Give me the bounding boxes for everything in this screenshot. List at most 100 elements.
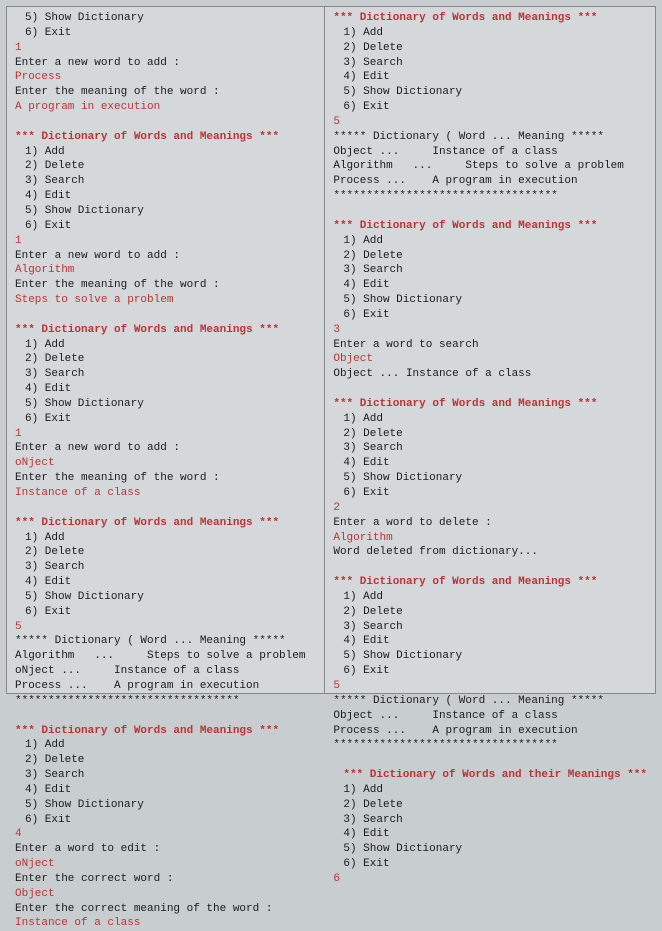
menu-header: *** Dictionary of Words and their Meanin… [333,768,647,783]
prompt: Enter a new word to add : [15,249,316,264]
prompt: Enter a new word to add : [15,441,316,456]
menu-item: 2) Delete [333,41,647,56]
separator: ********************************** [15,694,316,709]
menu-header: *** Dictionary of Words and Meanings *** [15,724,316,739]
menu-item: 6) Exit [333,486,647,501]
menu-item: 5) Show Dictionary [15,798,316,813]
menu-item: 2) Delete [333,605,647,620]
menu-item: 6) Exit [15,605,316,620]
menu-item: 3) Search [333,56,647,71]
menu-item: 3) Search [15,367,316,382]
dict-entry: Algorithm ... Steps to solve a problem [333,159,647,174]
menu-item: 6) Exit [333,100,647,115]
dict-entry: Object ... Instance of a class [333,145,647,160]
user-input: 2 [333,501,647,516]
menu-item: 1) Add [333,590,647,605]
dict-entry: Process ... A program in execution [333,174,647,189]
menu-item: 1) Add [15,145,316,160]
menu-item: 3) Search [15,560,316,575]
menu-item: 6) Exit [15,219,316,234]
menu-item: 5) Show Dictionary [15,204,316,219]
prompt: Enter the correct meaning of the word : [15,902,316,917]
menu-item: 1) Add [15,338,316,353]
user-input: 4 [15,827,316,842]
menu-item: 1) Add [333,783,647,798]
right-column: *** Dictionary of Words and Meanings ***… [325,7,655,693]
menu-item: 4) Edit [333,827,647,842]
menu-item: 2) Delete [15,159,316,174]
menu-item: 5) Show Dictionary [15,11,316,26]
menu-item: 4) Edit [333,634,647,649]
left-column: 5) Show Dictionary 6) Exit 1 Enter a new… [7,7,325,693]
menu-item: 3) Search [333,813,647,828]
menu-item: 2) Delete [15,352,316,367]
separator: ********************************** [333,738,647,753]
menu-item: 6) Exit [333,308,647,323]
menu-header: *** Dictionary of Words and Meanings *** [15,516,316,531]
dict-header: ***** Dictionary ( Word ... Meaning ****… [15,634,316,649]
dict-entry: Algorithm ... Steps to solve a problem [15,649,316,664]
dict-entry: Object ... Instance of a class [333,709,647,724]
menu-item: 4) Edit [15,783,316,798]
menu-item: 6) Exit [333,664,647,679]
menu-item: 4) Edit [333,456,647,471]
status-message: Word deleted from dictionary... [333,545,647,560]
console-output: 5) Show Dictionary 6) Exit 1 Enter a new… [6,6,656,694]
user-input: 1 [15,427,316,442]
menu-item: 3) Search [15,174,316,189]
menu-item: 1) Add [333,26,647,41]
menu-header: *** Dictionary of Words and Meanings *** [333,397,647,412]
user-input: Object [333,352,647,367]
menu-item: 3) Search [333,620,647,635]
dict-header: ***** Dictionary ( Word ... Meaning ****… [333,694,647,709]
user-input: Process [15,70,316,85]
user-input: Instance of a class [15,916,316,931]
menu-header: *** Dictionary of Words and Meanings *** [15,130,316,145]
prompt: Enter a word to search [333,338,647,353]
dict-entry: Process ... A program in execution [333,724,647,739]
menu-item: 5) Show Dictionary [333,293,647,308]
menu-item: 1) Add [333,234,647,249]
user-input: Instance of a class [15,486,316,501]
user-input: Steps to solve a problem [15,293,316,308]
menu-item: 2) Delete [15,545,316,560]
menu-item: 2) Delete [333,798,647,813]
search-result: Object ... Instance of a class [333,367,647,382]
user-input: oNject [15,456,316,471]
menu-header: *** Dictionary of Words and Meanings *** [333,11,647,26]
user-input: Algorithm [333,531,647,546]
menu-item: 6) Exit [15,26,316,41]
user-input: Algorithm [15,263,316,278]
menu-item: 4) Edit [15,382,316,397]
menu-item: 1) Add [15,531,316,546]
dict-header: ***** Dictionary ( Word ... Meaning ****… [333,130,647,145]
menu-item: 2) Delete [15,753,316,768]
menu-item: 1) Add [333,412,647,427]
menu-item: 5) Show Dictionary [333,649,647,664]
prompt: Enter a word to delete : [333,516,647,531]
menu-item: 3) Search [333,441,647,456]
menu-item: 3) Search [333,263,647,278]
prompt: Enter a word to edit : [15,842,316,857]
dict-entry: Process ... A program in execution [15,679,316,694]
user-input: oNject [15,857,316,872]
menu-item: 4) Edit [333,70,647,85]
menu-item: 4) Edit [15,575,316,590]
user-input: 1 [15,234,316,249]
prompt: Enter the meaning of the word : [15,85,316,100]
menu-item: 5) Show Dictionary [333,842,647,857]
menu-item: 5) Show Dictionary [333,85,647,100]
user-input: 5 [333,115,647,130]
user-input: 1 [15,41,316,56]
menu-item: 1) Add [15,738,316,753]
menu-header: *** Dictionary of Words and Meanings *** [333,219,647,234]
menu-item: 6) Exit [333,857,647,872]
user-input: 5 [333,679,647,694]
menu-item: 3) Search [15,768,316,783]
menu-item: 6) Exit [15,813,316,828]
menu-item: 5) Show Dictionary [15,590,316,605]
menu-item: 5) Show Dictionary [15,397,316,412]
menu-item: 4) Edit [15,189,316,204]
prompt: Enter the meaning of the word : [15,278,316,293]
menu-item: 5) Show Dictionary [333,471,647,486]
